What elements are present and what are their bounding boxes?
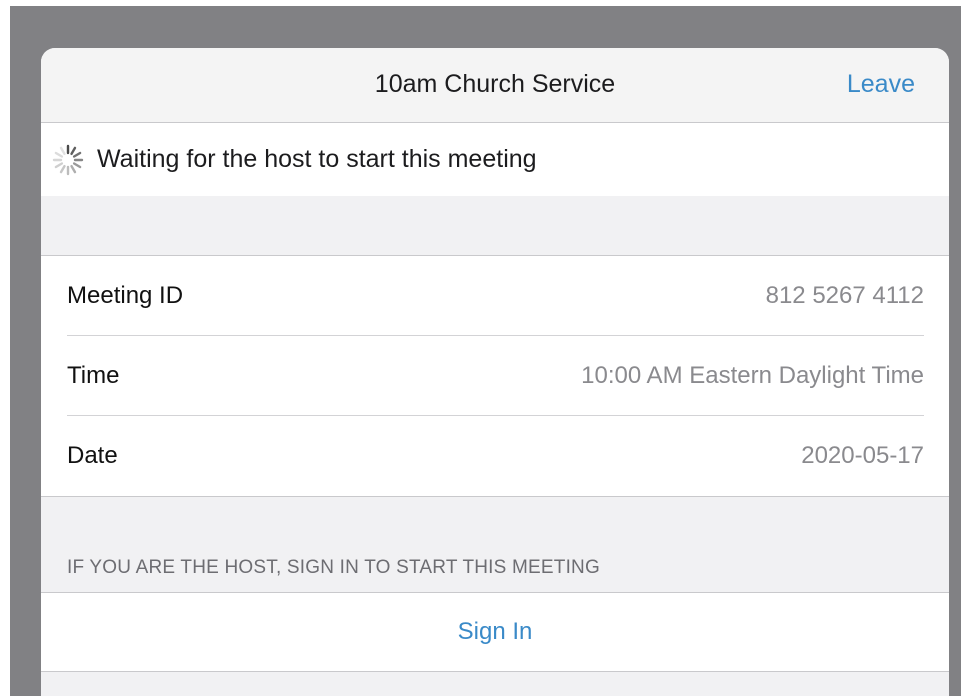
- loading-spinner-icon: [52, 144, 84, 176]
- leave-button[interactable]: Leave: [847, 70, 915, 99]
- meeting-id-label: Meeting ID: [67, 282, 184, 309]
- waiting-status-text: Waiting for the host to start this meeti…: [97, 145, 537, 173]
- date-label: Date: [67, 442, 118, 469]
- meeting-sheet: 10am Church Service Leave Waiting for th…: [41, 48, 949, 696]
- time-value: 10:00 AM Eastern Daylight Time: [581, 362, 924, 389]
- navigation-bar: 10am Church Service Leave: [41, 48, 949, 123]
- date-row: Date 2020-05-17: [67, 416, 949, 496]
- meeting-title: 10am Church Service: [374, 70, 616, 98]
- meeting-id-row: Meeting ID 812 5267 4112: [67, 256, 949, 336]
- time-label: Time: [67, 362, 120, 389]
- sign-in-button[interactable]: Sign In: [41, 592, 949, 672]
- meeting-info-group: Meeting ID 812 5267 4112 Time 10:00 AM E…: [41, 255, 949, 497]
- waiting-status-row: Waiting for the host to start this meeti…: [41, 123, 949, 196]
- sign-in-label: Sign In: [457, 618, 533, 645]
- time-row: Time 10:00 AM Eastern Daylight Time: [67, 336, 949, 416]
- host-section-header: IF YOU ARE THE HOST, SIGN IN TO START TH…: [67, 557, 600, 578]
- meeting-id-value: 812 5267 4112: [765, 282, 924, 309]
- date-value: 2020-05-17: [801, 442, 924, 469]
